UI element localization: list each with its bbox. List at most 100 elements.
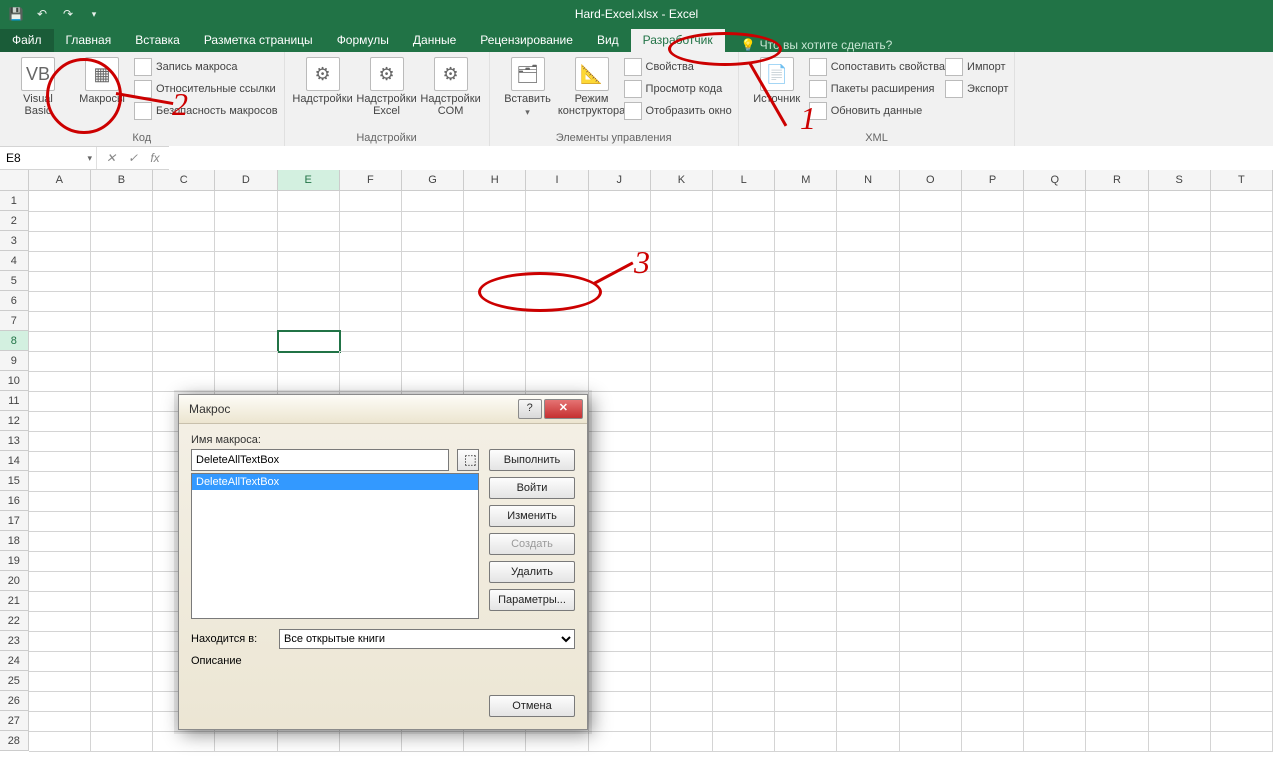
cell[interactable] (775, 531, 837, 552)
cell[interactable] (1211, 531, 1273, 552)
relative-refs-button[interactable]: Относительные ссылки (134, 79, 278, 99)
cell[interactable] (29, 731, 91, 752)
cell[interactable] (589, 571, 651, 592)
cell[interactable] (1086, 591, 1148, 612)
cell[interactable] (91, 491, 153, 512)
cell[interactable] (91, 551, 153, 572)
column-header[interactable]: N (837, 170, 899, 190)
cell[interactable] (837, 691, 899, 712)
cell[interactable] (402, 351, 464, 372)
cell[interactable] (651, 371, 713, 392)
cell[interactable] (775, 551, 837, 572)
cell[interactable] (402, 191, 464, 212)
column-header[interactable]: E (278, 170, 340, 190)
row-header[interactable]: 7 (0, 311, 29, 331)
cell[interactable] (1211, 231, 1273, 252)
cell[interactable] (340, 351, 402, 372)
cell[interactable] (1024, 211, 1086, 232)
cell[interactable] (153, 311, 215, 332)
excel-addins-button[interactable]: ⚙Надстройки Excel (355, 55, 419, 117)
cell[interactable] (713, 631, 775, 652)
cell[interactable] (1024, 411, 1086, 432)
cell[interactable] (775, 711, 837, 732)
cell[interactable] (589, 291, 651, 312)
cell[interactable] (1211, 671, 1273, 692)
cell[interactable] (1024, 651, 1086, 672)
cell[interactable] (215, 271, 277, 292)
cell[interactable] (1149, 591, 1211, 612)
cell[interactable] (1211, 631, 1273, 652)
cell[interactable] (900, 571, 962, 592)
cell[interactable] (1086, 671, 1148, 692)
cell[interactable] (215, 331, 277, 352)
cell[interactable] (1086, 571, 1148, 592)
cell[interactable] (1149, 471, 1211, 492)
cell[interactable] (1086, 631, 1148, 652)
cell[interactable] (91, 571, 153, 592)
cell[interactable] (775, 271, 837, 292)
cell[interactable] (962, 371, 1024, 392)
cell[interactable] (713, 391, 775, 412)
tab-insert[interactable]: Вставка (123, 29, 192, 52)
cell[interactable] (837, 371, 899, 392)
cell[interactable] (91, 211, 153, 232)
cell[interactable] (589, 731, 651, 752)
select-all-corner[interactable] (0, 170, 29, 190)
cell[interactable] (837, 711, 899, 732)
xml-export-button[interactable]: Экспорт (945, 79, 1008, 99)
cell[interactable] (837, 471, 899, 492)
tab-developer[interactable]: Разработчик (631, 29, 725, 52)
cell[interactable] (837, 631, 899, 652)
cell[interactable] (1086, 611, 1148, 632)
cell[interactable] (837, 391, 899, 412)
cell[interactable] (1024, 591, 1086, 612)
cell[interactable] (1211, 271, 1273, 292)
cell[interactable] (1086, 451, 1148, 472)
cell[interactable] (91, 251, 153, 272)
row-header[interactable]: 15 (0, 471, 29, 491)
cell[interactable] (775, 191, 837, 212)
row-header[interactable]: 21 (0, 591, 29, 611)
cell[interactable] (29, 491, 91, 512)
cell[interactable] (589, 491, 651, 512)
cell[interactable] (900, 351, 962, 372)
cell[interactable] (962, 311, 1024, 332)
cell[interactable] (651, 671, 713, 692)
cell[interactable] (340, 251, 402, 272)
cell[interactable] (402, 331, 464, 352)
cell[interactable] (29, 291, 91, 312)
column-header[interactable]: D (215, 170, 277, 190)
visual-basic-button[interactable]: VB Visual Basic (6, 55, 70, 117)
cell[interactable] (278, 291, 340, 312)
cell[interactable] (900, 611, 962, 632)
cell[interactable] (1086, 711, 1148, 732)
fx-icon[interactable]: fx (147, 151, 163, 165)
cell[interactable] (1211, 391, 1273, 412)
cell[interactable] (900, 211, 962, 232)
cell[interactable] (775, 591, 837, 612)
cell[interactable] (1086, 691, 1148, 712)
cell[interactable] (1211, 431, 1273, 452)
cell[interactable] (1211, 471, 1273, 492)
expansion-packs-button[interactable]: Пакеты расширения (809, 79, 945, 99)
cell[interactable] (1149, 731, 1211, 752)
cell[interactable] (1211, 451, 1273, 472)
cell[interactable] (900, 731, 962, 752)
cell[interactable] (278, 371, 340, 392)
column-header[interactable]: F (340, 170, 402, 190)
cell[interactable] (91, 691, 153, 712)
cell[interactable] (1086, 211, 1148, 232)
cell[interactable] (464, 251, 526, 272)
cell[interactable] (713, 671, 775, 692)
cell[interactable] (526, 251, 588, 272)
cell[interactable] (1024, 431, 1086, 452)
cell[interactable] (1149, 391, 1211, 412)
cell[interactable] (962, 251, 1024, 272)
cell[interactable] (278, 231, 340, 252)
cell[interactable] (464, 731, 526, 752)
cell[interactable] (837, 411, 899, 432)
cell[interactable] (900, 671, 962, 692)
cell[interactable] (153, 271, 215, 292)
cell[interactable] (1149, 611, 1211, 632)
cell[interactable] (1024, 271, 1086, 292)
